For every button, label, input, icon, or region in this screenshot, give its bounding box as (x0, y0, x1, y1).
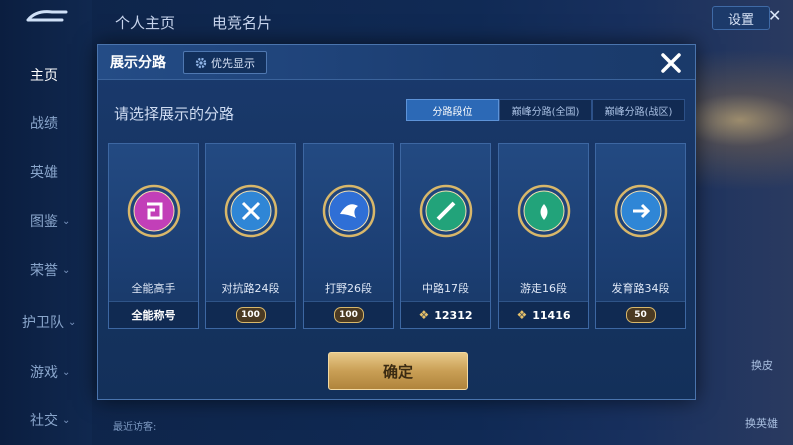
lane-card-footer: 全能称号 (109, 301, 198, 328)
lane-card[interactable]: 全能高手 全能称号 (108, 143, 199, 329)
recent-visitors-label: 最近访客: (113, 422, 157, 433)
title-label: 全能称号 (131, 309, 176, 322)
nav-label: 图鉴 (30, 214, 58, 230)
close-icon[interactable]: ✕ (768, 6, 788, 26)
star-count-plate: 100 (333, 307, 364, 323)
back-icon[interactable] (22, 8, 70, 30)
nav-item-catalog[interactable]: 图鉴 ⌄ (0, 201, 92, 241)
peak-points-value: 12312 (434, 308, 473, 322)
nav-item-games[interactable]: 游戏 ⌄ (0, 352, 92, 392)
change-skin-label[interactable]: 换皮 (751, 357, 773, 373)
lane-card-name: 发育路34段 (611, 282, 670, 295)
peak-points-icon: ❖ (418, 308, 430, 322)
chevron-down-icon: ⌄ (62, 414, 71, 426)
nav-label: 战绩 (30, 116, 58, 132)
lane-card-name: 游走16段 (520, 282, 567, 295)
lane-card[interactable]: 打野26段 100 (303, 143, 394, 329)
spiral-lane-emblem-icon (127, 184, 181, 238)
nav-item-heroes[interactable]: 英雄 (0, 152, 92, 192)
lane-card-name: 中路17段 (422, 282, 469, 295)
confirm-button[interactable]: 确定 (328, 352, 468, 390)
select-lane-prompt: 请选择展示的分路 (114, 105, 235, 123)
nav-label: 英雄 (30, 165, 58, 181)
nav-label: 护卫队 (22, 315, 64, 331)
lane-card-name: 对抗路24段 (221, 282, 280, 295)
close-icon[interactable] (656, 48, 686, 78)
nav-item-home[interactable]: 主页 (0, 55, 92, 95)
leaf-lane-emblem-icon (517, 184, 571, 238)
tab-peak-national[interactable]: 巅峰分路(全国) (499, 99, 592, 121)
chevron-down-icon: ⌄ (68, 316, 77, 328)
nav-item-record[interactable]: 战绩 (0, 103, 92, 143)
lane-card-footer: 100 (206, 301, 295, 328)
priority-display-button[interactable]: 优先显示 (183, 51, 267, 74)
lane-card[interactable]: 发育路34段 50 (595, 143, 686, 329)
chevron-down-icon: ⌄ (62, 366, 71, 378)
peak-points-icon: ❖ (516, 308, 528, 322)
dialog-title: 展示分路 (110, 55, 166, 71)
lane-card-footer: 100 (304, 301, 393, 328)
nav-item-honor[interactable]: 荣誉 ⌄ (0, 250, 92, 290)
priority-display-label: 优先显示 (211, 56, 255, 70)
nav-label: 主页 (30, 68, 58, 84)
star-count-plate: 50 (625, 307, 656, 323)
tab-esports-card[interactable]: 电竞名片 (212, 12, 272, 33)
tab-lane-rank[interactable]: 分路段位 (406, 99, 499, 121)
gear-icon (195, 57, 207, 68)
lane-card[interactable]: 对抗路24段 100 (205, 143, 296, 329)
nav-label: 社交 (30, 413, 58, 429)
nav-label: 荣誉 (30, 263, 58, 279)
star-count-plate: 100 (235, 307, 266, 323)
nav-item-social[interactable]: 社交 ⌄ (0, 400, 92, 440)
lane-card-footer: ❖ 11416 (499, 301, 588, 328)
tab-profile[interactable]: 个人主页 (115, 12, 175, 33)
wolf-lane-emblem-icon (322, 184, 376, 238)
arrow-lane-emblem-icon (614, 184, 668, 238)
chevron-down-icon: ⌄ (62, 215, 71, 227)
settings-button[interactable]: 设置 (712, 6, 770, 30)
lane-card[interactable]: 游走16段 ❖ 11416 (498, 143, 589, 329)
slash-lane-emblem-icon (419, 184, 473, 238)
lane-card-name: 打野26段 (325, 282, 372, 295)
lane-card-footer: ❖ 12312 (401, 301, 490, 328)
nav-label: 游戏 (30, 365, 58, 381)
tab-peak-region[interactable]: 巅峰分路(战区) (592, 99, 685, 121)
side-nav: 主页 战绩 英雄 图鉴 ⌄ 荣誉 ⌄ 护卫队 ⌄ 游戏 ⌄ 社交 ⌄ (0, 0, 92, 445)
lane-card-name: 全能高手 (131, 282, 176, 295)
chevron-down-icon: ⌄ (62, 264, 71, 276)
display-lane-dialog: 展示分路 优先显示 请选择展示的分路 分路段位 巅峰分路(全国) 巅峰分路(战区… (97, 44, 696, 400)
lane-card-footer: 50 (596, 301, 685, 328)
lane-card[interactable]: 中路17段 ❖ 12312 (400, 143, 491, 329)
change-hero-label[interactable]: 换英雄 (745, 415, 778, 431)
peak-points-value: 11416 (532, 308, 571, 322)
cross-lane-emblem-icon (224, 184, 278, 238)
dialog-header: 展示分路 优先显示 (98, 45, 695, 80)
nav-item-guard[interactable]: 护卫队 ⌄ (0, 302, 92, 342)
